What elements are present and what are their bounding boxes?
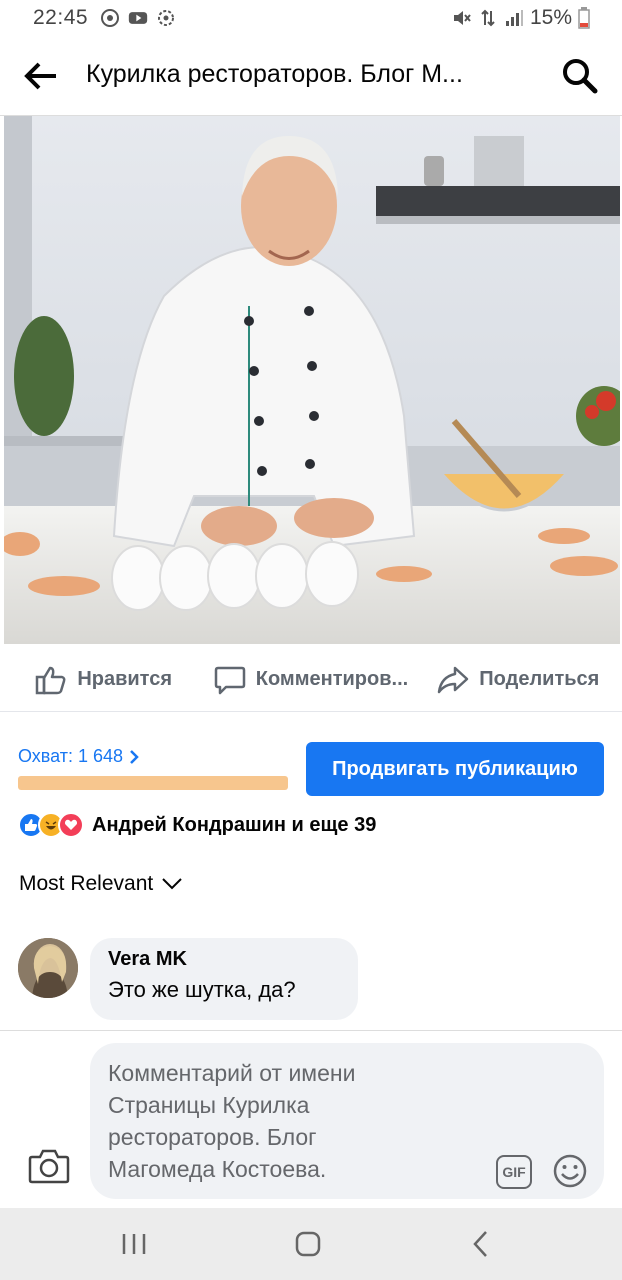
- battery-percent: 15%: [529, 6, 572, 29]
- like-label: Нравится: [77, 668, 173, 690]
- reactions-text: Андрей Кондрашин и еще 39: [92, 813, 377, 836]
- love-reaction-icon: [58, 812, 84, 838]
- status-system-icons: 15%: [452, 6, 590, 30]
- reach-text: Охват: 1 648: [18, 746, 124, 766]
- status-notification-icons: [100, 8, 176, 28]
- search-icon[interactable]: [560, 56, 600, 96]
- thumbs-up-icon: [36, 666, 66, 694]
- sort-label: Most Relevant: [19, 872, 154, 895]
- reach-link[interactable]: Охват: 1 648: [18, 746, 139, 767]
- system-nav-bar: [0, 1208, 622, 1280]
- share-arrow-icon: [438, 666, 469, 693]
- placeholder-line: Магомеда Костоева.: [108, 1156, 327, 1182]
- placeholder-line: Страницы Курилка: [108, 1092, 310, 1118]
- share-label: Поделиться: [479, 668, 600, 690]
- youtube-icon: [128, 12, 148, 24]
- placeholder-line: Комментарий от имени: [108, 1060, 356, 1086]
- page-title: Курилка рестораторов. Блог М...: [86, 60, 463, 88]
- commenter-avatar[interactable]: [18, 938, 78, 998]
- comment-composer: Комментарий от имени Страницы Курилка ре…: [0, 1030, 622, 1208]
- chevron-right-icon: [130, 749, 139, 764]
- promote-post-button[interactable]: Продвигать публикацию: [306, 742, 604, 796]
- camera-icon[interactable]: [28, 1147, 70, 1185]
- photo-chef-kneading-dough-icon: [4, 116, 620, 644]
- comments-sort-dropdown[interactable]: Most Relevant: [19, 872, 183, 896]
- settings-flower-icon: [158, 10, 174, 26]
- reach-progress-bar: [18, 776, 288, 790]
- reactions-summary[interactable]: Андрей Кондрашин и еще 39: [18, 812, 376, 838]
- signal-icon: [505, 10, 523, 26]
- emoji-icon[interactable]: [552, 1153, 588, 1189]
- chevron-down-icon: [162, 878, 182, 890]
- whatsapp-icon: [101, 9, 119, 27]
- status-time: 22:45: [33, 6, 89, 29]
- data-arrows-icon: [481, 9, 495, 27]
- post-photo[interactable]: [4, 116, 620, 644]
- back-arrow-icon[interactable]: [22, 58, 62, 94]
- comment-placeholder: Комментарий от имени Страницы Курилка ре…: [108, 1057, 438, 1185]
- comment-text: Это же шутка, да?: [108, 977, 296, 1002]
- comment-bubble[interactable]: Vera MK Это же шутка, да?: [90, 938, 358, 1020]
- comment-label: Комментиров...: [255, 668, 409, 690]
- gif-button[interactable]: GIF: [496, 1155, 532, 1189]
- comment-author[interactable]: Vera MK: [108, 948, 340, 971]
- status-bar: 22:45 15%: [0, 0, 622, 36]
- comment-input[interactable]: Комментарий от имени Страницы Курилка ре…: [90, 1043, 604, 1199]
- app-header: Курилка рестораторов. Блог М...: [0, 36, 622, 116]
- comment-bubble-icon: [214, 666, 246, 694]
- share-button[interactable]: Поделиться: [415, 665, 622, 695]
- battery-icon: [578, 7, 590, 29]
- post-actions-bar: Нравится Комментиров... Поделиться: [0, 648, 622, 712]
- like-button[interactable]: Нравится: [0, 665, 207, 695]
- placeholder-line: рестораторов. Блог: [108, 1124, 317, 1150]
- recent-apps-icon[interactable]: [114, 1226, 154, 1262]
- back-icon[interactable]: [462, 1226, 502, 1262]
- home-icon[interactable]: [288, 1226, 328, 1262]
- mute-icon: [453, 11, 471, 25]
- comment-button[interactable]: Комментиров...: [207, 665, 414, 695]
